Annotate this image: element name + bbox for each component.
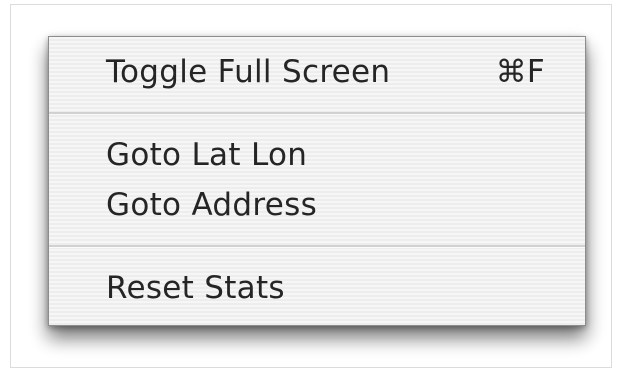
screenshot-canvas: Toggle Full Screen ⌘F Goto Lat Lon Goto … [0, 0, 620, 375]
menu-item-label: Goto Lat Lon [106, 137, 308, 173]
context-menu: Toggle Full Screen ⌘F Goto Lat Lon Goto … [48, 36, 586, 326]
menu-item-goto-lat-lon[interactable]: Goto Lat Lon [49, 130, 585, 180]
menu-item-shortcut: ⌘F [495, 54, 545, 90]
menu-item-toggle-full-screen[interactable]: Toggle Full Screen ⌘F [49, 47, 585, 97]
menu-item-label: Goto Address [106, 187, 318, 223]
menu-item-reset-stats[interactable]: Reset Stats [49, 263, 585, 313]
menu-item-label: Toggle Full Screen [106, 54, 391, 90]
menu-separator [49, 245, 585, 248]
menu-item-goto-address[interactable]: Goto Address [49, 180, 585, 230]
menu-item-label: Reset Stats [106, 270, 285, 306]
menu-separator [49, 112, 585, 115]
